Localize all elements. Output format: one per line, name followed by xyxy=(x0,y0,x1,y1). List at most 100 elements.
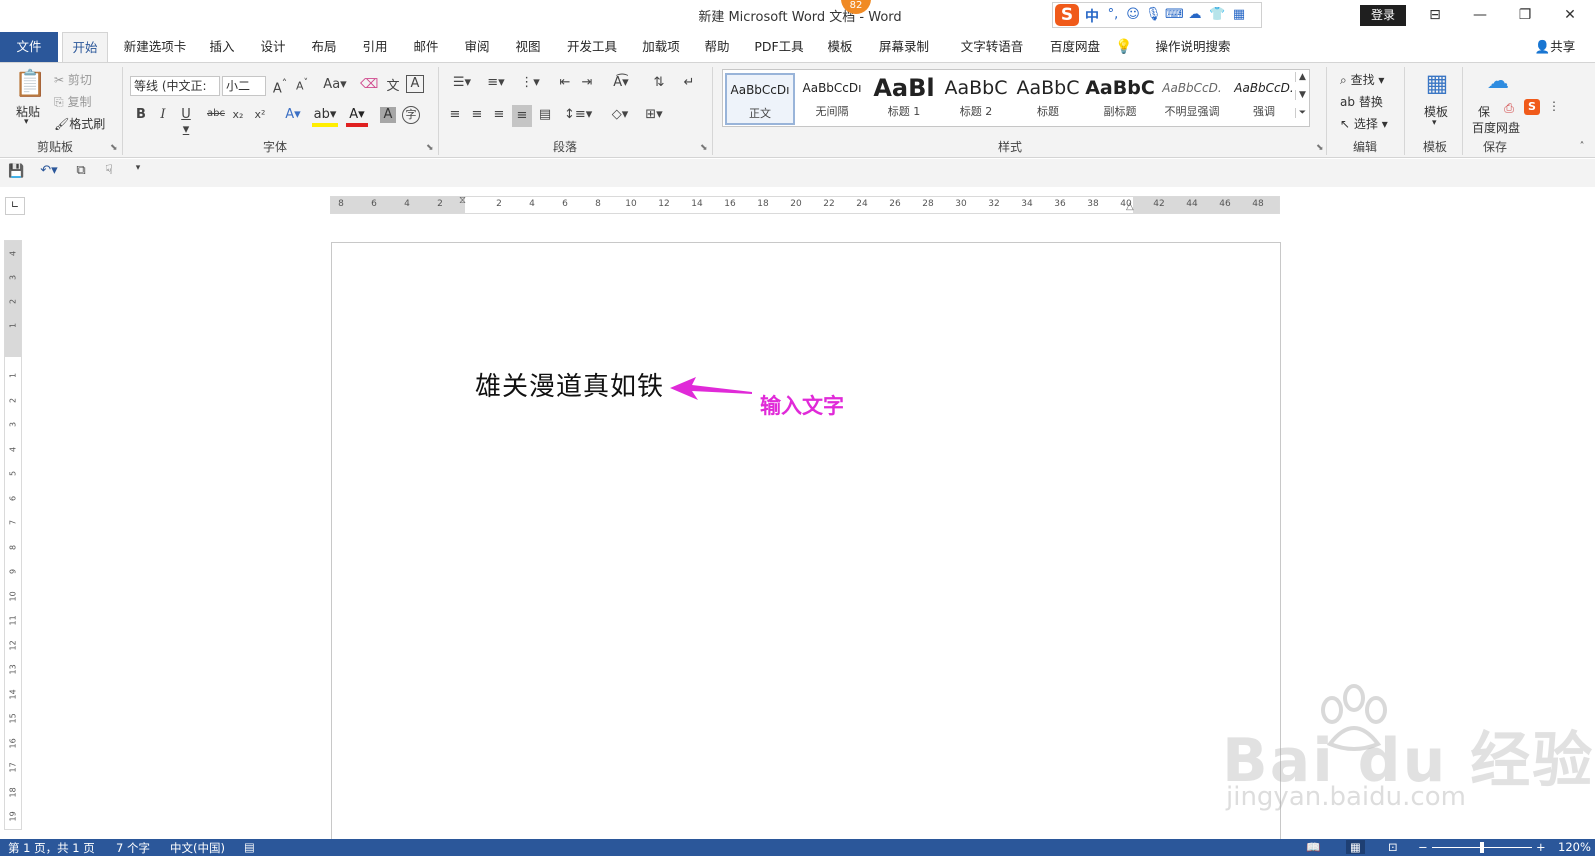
punctuation-icon[interactable]: °, xyxy=(1105,7,1121,23)
dialog-launcher-icon[interactable]: ⬊ xyxy=(110,143,118,153)
tab-developer[interactable]: 开发工具 xyxy=(559,32,625,62)
cut-button[interactable]: ✂ 剪切 xyxy=(54,71,92,88)
share-button[interactable]: 👤共享 xyxy=(1530,32,1580,62)
tab-file[interactable]: 文件 xyxy=(0,32,58,62)
page-count[interactable]: 第 1 页，共 1 页 xyxy=(8,840,95,856)
microphone-icon[interactable]: 🎙 xyxy=(1145,7,1162,23)
print-layout-view-icon[interactable]: ▦ xyxy=(1346,840,1365,854)
gallery-more-icon[interactable]: ⏷ xyxy=(1295,108,1309,118)
character-border-icon[interactable]: A xyxy=(406,75,424,93)
chevron-down-icon[interactable]: ▾ xyxy=(24,117,29,127)
style-normal[interactable]: AaBbCcDı 正文 xyxy=(725,73,795,125)
collapse-ribbon-icon[interactable]: ˄ xyxy=(1576,141,1588,152)
toolbox-icon[interactable]: ▦ xyxy=(1231,7,1247,23)
indent-marker-icon[interactable]: ⧖ xyxy=(459,195,466,206)
undo-icon[interactable]: ↶▾ xyxy=(36,163,62,178)
word-count[interactable]: 7 个字 xyxy=(116,840,150,856)
touch-mode-icon[interactable]: ☟ xyxy=(100,163,118,178)
clear-formatting-icon[interactable]: ⌫ xyxy=(360,77,378,92)
baidu-cloud-icon[interactable]: ☁ xyxy=(1482,69,1514,94)
dialog-launcher-icon[interactable]: ⬊ xyxy=(426,143,434,153)
tab-home[interactable]: 开始 xyxy=(62,32,108,63)
tab-mailings[interactable]: 邮件 xyxy=(406,32,446,62)
zoom-in-icon[interactable]: + xyxy=(1536,840,1546,854)
template-icon[interactable]: ▦ xyxy=(1422,69,1452,97)
overflow-chevron-icon[interactable]: ⋮ xyxy=(1548,99,1560,113)
distributed-icon[interactable]: ▤ xyxy=(536,107,554,122)
document-page[interactable] xyxy=(331,242,1281,842)
tab-view[interactable]: 视图 xyxy=(508,32,548,62)
proofing-icon[interactable]: ▤ xyxy=(244,840,255,854)
dialog-launcher-icon[interactable]: ⬊ xyxy=(1316,143,1324,153)
underline-icon[interactable]: U ▾ xyxy=(176,107,196,137)
replace-button[interactable]: ab 替换 xyxy=(1340,93,1383,110)
text-effects-icon[interactable]: A▾ xyxy=(282,107,304,122)
tab-help[interactable]: 帮助 xyxy=(697,32,737,62)
horizontal-ruler[interactable]: 8 6 4 2 2 4 6 8 10 12 14 16 18 20 22 24 26 28 30 32 34 36 38 40… xyxy=(330,195,1280,214)
keyboard-icon[interactable]: ⌨ xyxy=(1165,7,1184,23)
tab-insert[interactable]: 插入 xyxy=(202,32,242,62)
change-case-button[interactable]: Aa▾ xyxy=(322,77,348,92)
tab-baidu-netdisk[interactable]: 百度网盘 xyxy=(1042,32,1108,62)
superscript-icon[interactable]: x² xyxy=(252,108,268,121)
close-icon[interactable]: ✕ xyxy=(1555,4,1585,26)
style-title[interactable]: AaBbC 标题 xyxy=(1013,73,1083,125)
emoji-icon[interactable]: ☺ xyxy=(1125,7,1141,23)
right-indent-marker-icon[interactable]: △ xyxy=(1126,201,1134,212)
justify-icon[interactable]: ≡ xyxy=(512,105,532,127)
skin-icon[interactable]: ☁ xyxy=(1187,7,1203,23)
save-baidu-button-line2[interactable]: 百度网盘 xyxy=(1472,119,1520,136)
zoom-level[interactable]: 120% xyxy=(1558,840,1591,854)
dialog-launcher-icon[interactable]: ⬊ xyxy=(700,143,708,153)
tab-design[interactable]: 设计 xyxy=(253,32,293,62)
font-name-combo[interactable]: 等线 (中文正: xyxy=(130,76,220,96)
sogou-logo-icon[interactable]: S xyxy=(1055,4,1079,26)
shrink-font-icon[interactable]: A˅ xyxy=(294,77,310,93)
subscript-icon[interactable]: x₂ xyxy=(230,108,246,121)
paste-icon[interactable]: 📋 xyxy=(14,69,46,99)
tab-references[interactable]: 引用 xyxy=(355,32,395,62)
align-right-icon[interactable]: ≡ xyxy=(490,107,508,122)
customize-qat-icon[interactable]: ▾ xyxy=(132,163,144,173)
align-left-icon[interactable]: ≡ xyxy=(446,107,464,122)
bullets-icon[interactable]: ☰▾ xyxy=(448,75,476,90)
login-button[interactable]: 登录 xyxy=(1360,5,1406,26)
multilevel-list-icon[interactable]: ⋮▾ xyxy=(516,75,544,90)
style-heading-2[interactable]: AaBbC 标题 2 xyxy=(941,73,1011,125)
ime-toolbar[interactable]: S 中 °, ☺ 🎙 ⌨ ☁ 👕 ▦ xyxy=(1052,2,1262,28)
chinese-layout-icon[interactable]: A͡▾ xyxy=(608,75,634,90)
zoom-slider-thumb[interactable] xyxy=(1480,842,1484,853)
find-button[interactable]: ⌕ 查找 ▾ xyxy=(1340,71,1384,88)
tab-templates[interactable]: 模板 xyxy=(820,32,860,62)
read-mode-icon[interactable]: 📖 xyxy=(1306,840,1320,854)
print-layout-icon[interactable]: ⧉ xyxy=(72,163,90,178)
tab-new[interactable]: 新建选项卡 xyxy=(115,32,195,62)
tell-me-search[interactable]: 操作说明搜索 xyxy=(1138,32,1248,62)
italic-icon[interactable]: I xyxy=(156,107,170,122)
shirt-icon[interactable]: 👕 xyxy=(1209,7,1225,23)
copy-button[interactable]: ⎘ 复制 xyxy=(54,93,91,110)
decrease-indent-icon[interactable]: ⇤ xyxy=(556,75,574,90)
document-text[interactable]: 雄关漫道真如铁 xyxy=(475,366,664,403)
format-painter-button[interactable]: 🖌格式刷 xyxy=(54,115,105,132)
style-subtitle[interactable]: AaBbC 副标题 xyxy=(1085,73,1155,125)
grow-font-icon[interactable]: A˄ xyxy=(272,77,288,96)
tab-screen-record[interactable]: 屏幕录制 xyxy=(872,32,936,62)
phonetic-guide-icon[interactable]: 文 xyxy=(384,75,402,94)
borders-icon[interactable]: ⊞▾ xyxy=(640,107,668,122)
tab-pdf-tools[interactable]: PDF工具 xyxy=(748,32,810,62)
strikethrough-icon[interactable]: abc xyxy=(206,108,226,119)
style-no-spacing[interactable]: AaBbCcDı 无间隔 xyxy=(797,73,867,125)
style-heading-1[interactable]: AaBl 标题 1 xyxy=(869,73,939,125)
restore-icon[interactable]: ❐ xyxy=(1510,4,1540,26)
gallery-scroll-up-icon[interactable]: ▲ xyxy=(1295,72,1309,82)
style-emphasis[interactable]: AaBbCcD. 强调 xyxy=(1229,73,1299,125)
tab-review[interactable]: 审阅 xyxy=(457,32,497,62)
sort-icon[interactable]: ⇅ xyxy=(650,75,668,90)
zoom-out-icon[interactable]: − xyxy=(1418,840,1428,854)
increase-indent-icon[interactable]: ⇥ xyxy=(578,75,596,90)
show-marks-icon[interactable]: ↵ xyxy=(680,75,698,90)
align-center-icon[interactable]: ≡ xyxy=(468,107,486,122)
shading-icon[interactable]: ◇▾ xyxy=(606,107,634,122)
pdf-icon[interactable]: ⎙ xyxy=(1502,101,1516,116)
